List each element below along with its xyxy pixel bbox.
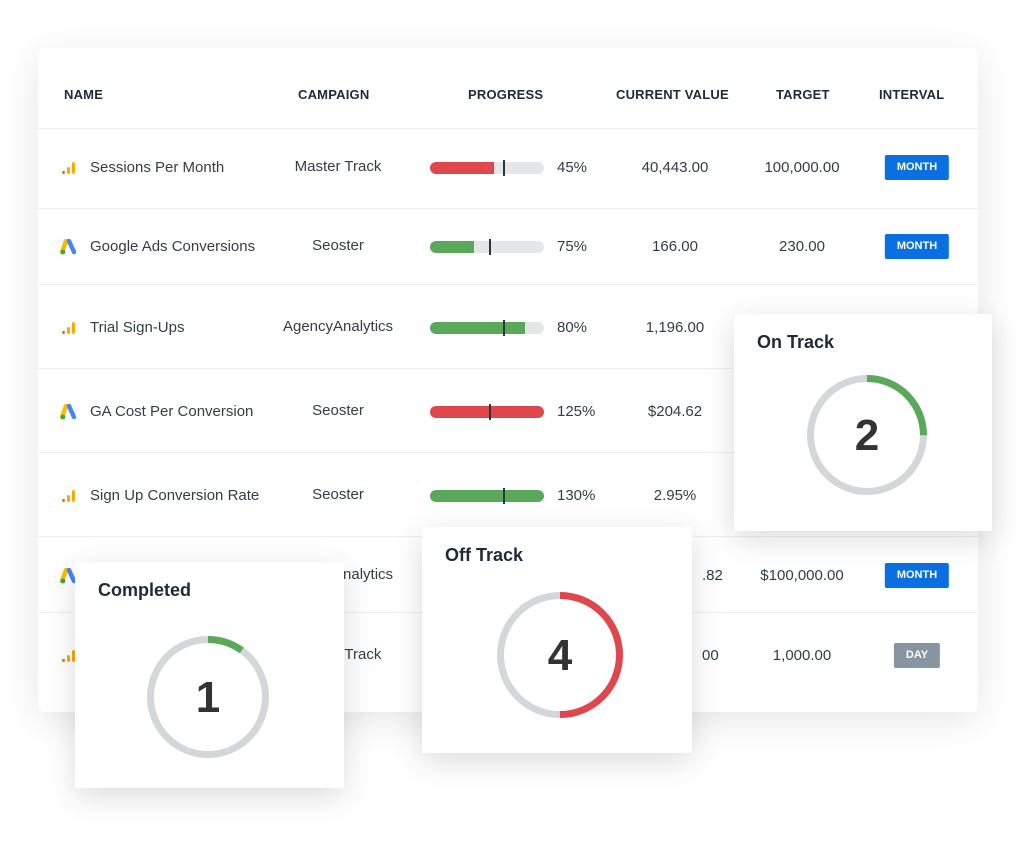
progress-bar bbox=[430, 322, 544, 334]
progress-bar bbox=[430, 162, 544, 174]
progress-fill bbox=[430, 241, 475, 253]
goal-name[interactable]: Google Ads Conversions bbox=[90, 238, 255, 255]
progress-target-marker bbox=[503, 160, 506, 176]
header-target[interactable]: TARGET bbox=[776, 87, 830, 102]
google-analytics-icon bbox=[60, 320, 76, 336]
interval-badge[interactable]: MONTH bbox=[884, 234, 950, 259]
off-track-title: Off Track bbox=[445, 545, 524, 565]
completed-title: Completed bbox=[98, 580, 192, 600]
donut-count: 1 bbox=[196, 673, 220, 722]
campaign: Seoster bbox=[312, 237, 364, 254]
table-row[interactable]: Google Ads Conversions Seoster 75% 166.00 2… bbox=[38, 208, 978, 284]
target-value: 1,000.00 bbox=[772, 647, 832, 664]
progress-target-marker bbox=[489, 239, 492, 255]
header-campaign[interactable]: CAMPAIGN bbox=[298, 87, 369, 102]
current-value: 166.00 bbox=[652, 238, 698, 255]
google-ads-icon bbox=[59, 567, 77, 584]
goal-name[interactable]: Sign Up Conversion Rate bbox=[90, 487, 259, 504]
target-value: 230.00 bbox=[779, 238, 825, 255]
google-analytics-icon bbox=[60, 648, 76, 664]
progress-bar bbox=[430, 241, 544, 253]
header-name[interactable]: NAME bbox=[64, 87, 103, 102]
progress-target-marker bbox=[503, 488, 506, 504]
progress-target-marker bbox=[503, 320, 506, 336]
donut-count: 4 bbox=[548, 631, 573, 680]
campaign: AgencyAnalytics bbox=[282, 318, 394, 335]
interval-badge[interactable]: MONTH bbox=[884, 563, 950, 588]
target-value: $100,000.00 bbox=[760, 567, 844, 584]
google-analytics-icon bbox=[60, 488, 76, 504]
current-value: 1,196.00 bbox=[645, 319, 705, 336]
interval-badge[interactable]: MONTH bbox=[884, 155, 950, 180]
goal-name[interactable]: Sessions Per Month bbox=[90, 159, 224, 176]
progress-fill bbox=[430, 162, 494, 174]
current-value: 40,443.00 bbox=[641, 159, 709, 176]
goal-name[interactable]: GA Cost Per Conversion bbox=[90, 403, 253, 420]
campaign: Seoster bbox=[312, 486, 364, 503]
progress-target-marker bbox=[489, 404, 492, 420]
progress-percent: 45% bbox=[557, 159, 588, 176]
on-track-donut: 2 bbox=[807, 375, 927, 495]
progress-percent: 80% bbox=[557, 319, 588, 336]
campaign: Master Track bbox=[294, 158, 382, 175]
donut-count: 2 bbox=[855, 411, 879, 460]
current-value: $204.62 bbox=[647, 403, 703, 420]
table-row[interactable]: Sessions Per Month Master Track 45% 40,443… bbox=[38, 128, 978, 208]
progress-fill bbox=[430, 322, 525, 334]
off-track-donut: 4 bbox=[497, 592, 623, 718]
completed-card[interactable]: Completed 1 bbox=[75, 562, 344, 788]
current-value: 00 bbox=[702, 647, 719, 664]
progress-percent: 130% bbox=[557, 487, 596, 504]
campaign: Seoster bbox=[312, 402, 364, 419]
current-value: .82 bbox=[702, 567, 723, 584]
progress-percent: 75% bbox=[557, 238, 588, 255]
progress-percent: 125% bbox=[557, 403, 596, 420]
progress-fill bbox=[430, 490, 544, 502]
google-analytics-icon bbox=[60, 160, 76, 176]
header-interval[interactable]: INTERVAL bbox=[879, 87, 944, 102]
progress-bar bbox=[430, 406, 544, 418]
progress-bar bbox=[430, 490, 544, 502]
current-value: 2.95% bbox=[653, 487, 697, 504]
on-track-card[interactable]: On Track 2 bbox=[734, 314, 992, 531]
on-track-title: On Track bbox=[757, 332, 835, 352]
header-current-value[interactable]: CURRENT VALUE bbox=[616, 87, 729, 102]
target-value: 100,000.00 bbox=[764, 159, 840, 176]
goal-name[interactable]: Trial Sign-Ups bbox=[90, 319, 184, 336]
interval-badge[interactable]: DAY bbox=[893, 643, 941, 668]
google-ads-icon bbox=[59, 238, 77, 255]
completed-donut: 1 bbox=[147, 636, 269, 758]
google-ads-icon bbox=[59, 403, 77, 420]
header-progress[interactable]: PROGRESS bbox=[468, 87, 543, 102]
progress-fill bbox=[430, 406, 544, 418]
off-track-card[interactable]: Off Track 4 bbox=[422, 527, 692, 753]
